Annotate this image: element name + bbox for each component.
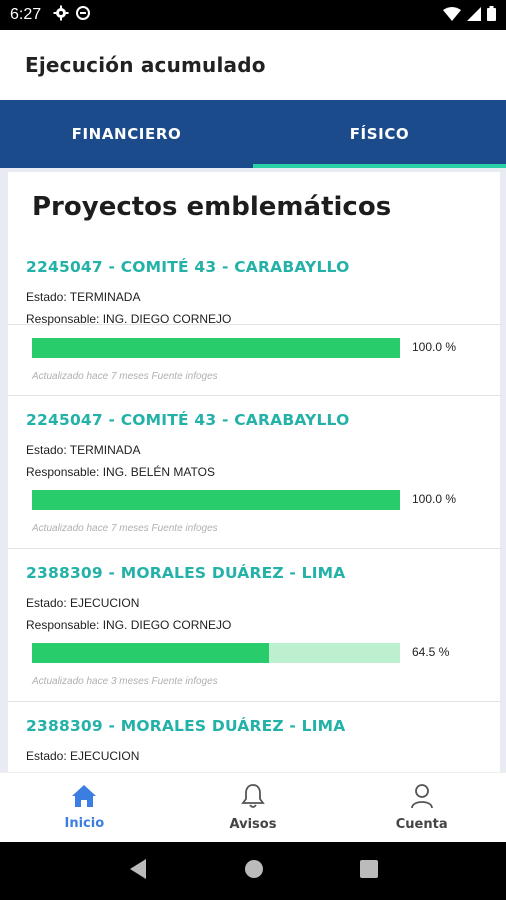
cellular-signal-icon: [467, 6, 481, 25]
system-navigation-bar: [0, 842, 506, 900]
back-icon[interactable]: [128, 858, 148, 884]
project-responsable: Responsable: ING. BELÉN MATOS: [26, 465, 215, 479]
status-bar: 6:27: [0, 0, 506, 30]
wifi-icon: [443, 6, 461, 25]
project-title: 2245047 - COMITÉ 43 - CARABAYLLO: [26, 258, 350, 276]
progress-fill: [32, 643, 270, 663]
project-responsable: Responsable: ING. DIEGO CORNEJO: [26, 618, 232, 632]
progress-percent: 100.0 %: [412, 492, 457, 506]
bottom-navigation: Inicio Avisos Cuenta: [0, 772, 506, 842]
user-icon: [410, 783, 434, 813]
project-estado: Estado: TERMINADA: [26, 290, 141, 304]
nav-avisos[interactable]: Avisos: [169, 773, 338, 842]
content-area[interactable]: Proyectos emblemáticos 2245047 - COMITÉ …: [0, 168, 506, 772]
projects-card: Proyectos emblemáticos 2245047 - COMITÉ …: [8, 172, 500, 772]
page-title: Ejecución acumulado: [25, 53, 266, 77]
progress-bar: [32, 338, 400, 358]
home-icon: [71, 784, 97, 812]
status-left-icons: [53, 5, 91, 25]
divider: [8, 395, 500, 396]
progress-fill: [32, 338, 400, 358]
project-estado: Estado: EJECUCION: [26, 596, 140, 610]
progress-percent: 64.5 %: [412, 645, 450, 659]
data-saver-icon: [75, 5, 91, 25]
tab-financiero[interactable]: FINANCIERO: [0, 100, 253, 168]
divider: [8, 701, 500, 702]
battery-icon: [487, 5, 496, 25]
project-estado: Estado: EJECUCION: [26, 749, 140, 763]
update-note: Actualizado hace 3 meses Fuente infoges: [32, 676, 218, 687]
nav-label: Inicio: [64, 816, 105, 831]
nav-label: Cuenta: [395, 817, 448, 832]
status-right-icons: [443, 5, 496, 25]
update-note: Actualizado hace 7 meses Fuente infoges: [32, 523, 218, 534]
update-note: Actualizado hace 7 meses Fuente infoges: [32, 371, 218, 382]
project-estado: Estado: TERMINADA: [26, 443, 141, 457]
app-header: Ejecución acumulado: [0, 30, 506, 100]
bell-icon: [241, 783, 265, 813]
nav-label: Avisos: [229, 817, 277, 832]
progress-percent: 100.0 %: [412, 340, 457, 354]
nav-cuenta[interactable]: Cuenta: [337, 773, 506, 842]
project-title: 2388309 - MORALES DUÁREZ - LIMA: [26, 717, 346, 735]
settings-gear-icon: [53, 5, 69, 25]
progress-fill: [32, 490, 400, 510]
tab-fisico[interactable]: FÍSICO: [253, 100, 506, 168]
home-circle-icon[interactable]: [244, 859, 264, 883]
project-title: 2388309 - MORALES DUÁREZ - LIMA: [26, 564, 346, 582]
project-item[interactable]: 2245047 - COMITÉ 43 - CARABAYLLO Estado:…: [8, 172, 500, 325]
project-title: 2245047 - COMITÉ 43 - CARABAYLLO: [26, 411, 350, 429]
recents-square-icon[interactable]: [360, 860, 378, 882]
progress-bar: [32, 643, 400, 663]
status-time: 6:27: [10, 6, 42, 23]
nav-inicio[interactable]: Inicio: [0, 773, 169, 842]
project-responsable: Responsable: ING. DIEGO CORNEJO: [26, 312, 232, 326]
tab-bar: FINANCIERO FÍSICO: [0, 100, 506, 168]
progress-bar: [32, 490, 400, 510]
divider: [8, 548, 500, 549]
